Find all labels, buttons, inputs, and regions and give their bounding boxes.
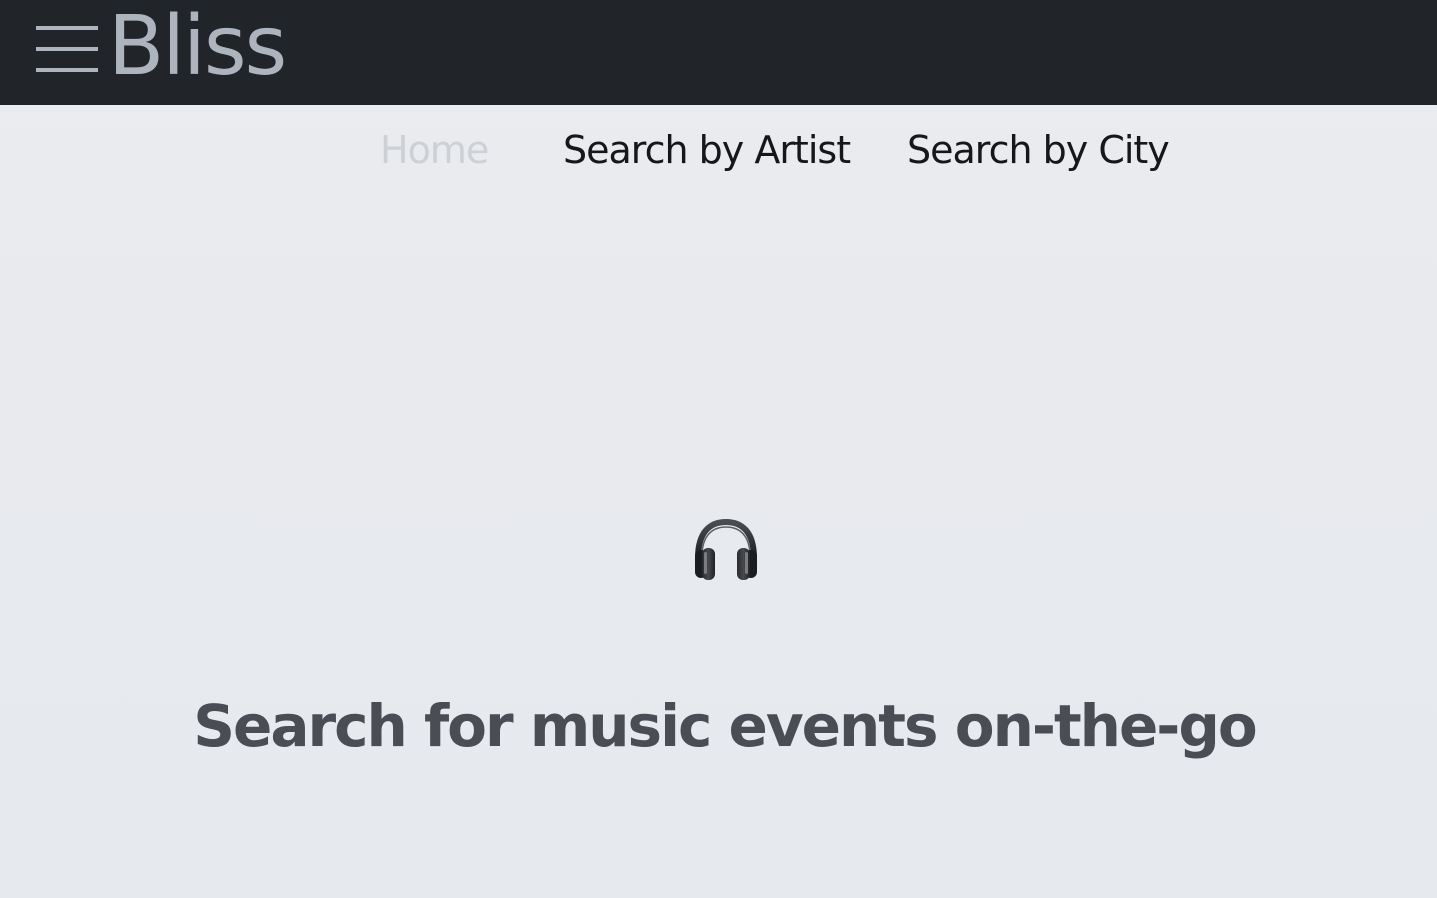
menu-line: [36, 68, 98, 72]
menu-line: [36, 26, 98, 30]
hamburger-menu-icon[interactable]: [36, 26, 98, 74]
headphones-icon: [690, 516, 762, 584]
hero-tagline: Search for music events on-the-go: [193, 692, 1258, 760]
top-bar: Bliss: [0, 0, 1437, 105]
nav-link-search-by-artist[interactable]: Search by Artist: [563, 126, 851, 174]
brand-logo[interactable]: Bliss: [108, 0, 287, 97]
nav-link-search-by-city[interactable]: Search by City: [907, 126, 1170, 174]
main-nav: Home Search by Artist Search by City: [0, 126, 1437, 176]
menu-line: [36, 47, 98, 51]
nav-link-home[interactable]: Home: [380, 126, 489, 174]
